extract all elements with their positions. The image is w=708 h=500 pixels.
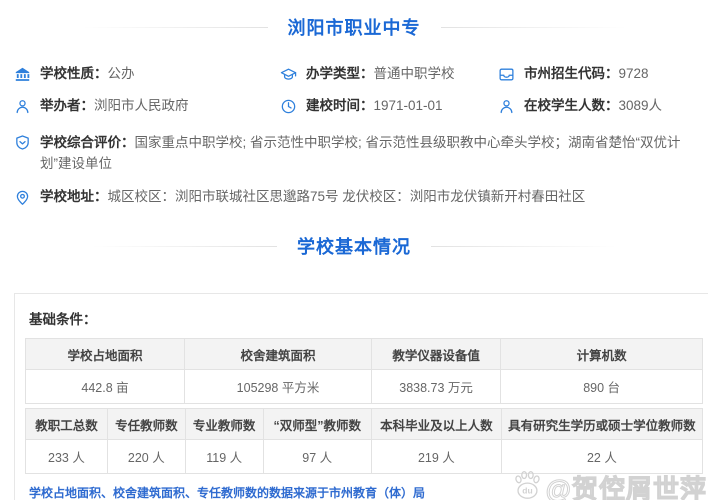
person-icon: [14, 98, 31, 115]
table-cell: 105298 平方米: [184, 369, 372, 404]
info-item-address: 学校地址：城区校区：浏阳市联城社区思邈路75号 龙伏校区：浏阳市龙伏镇新开村春田…: [14, 187, 706, 207]
location-pin-icon: [14, 189, 31, 206]
school-info: 学校性质：公办 办学类型：普通中职学校 市州招生代码：9728 举办者：浏阳市人…: [0, 64, 708, 207]
watermark: du @贺倥屑世萍: [510, 468, 707, 500]
info-label: 建校时间：: [306, 98, 374, 113]
column-header: 教职工总数: [25, 408, 108, 440]
info-label: 在校学生人数：: [524, 98, 619, 113]
watermark-text: @贺倥屑世萍: [545, 474, 707, 500]
shield-icon: [14, 134, 31, 151]
info-label: 举办者：: [40, 98, 94, 113]
info-label: 学校性质：: [40, 66, 108, 81]
info-value: 国家重点中职学校; 省示范性中职学校; 省示范性县级职教中心牵头学校；湖南省楚怡…: [40, 135, 681, 171]
column-header: 校舍建筑面积: [184, 338, 372, 370]
column-header: “双师型”教师数: [262, 408, 372, 440]
table-cell: 890 台: [500, 369, 703, 404]
info-item-students: 在校学生人数：3089人: [498, 96, 706, 116]
info-value: 城区校区：浏阳市联城社区思邈路75号 龙伏校区：浏阳市龙伏镇新开村春田社区: [107, 189, 586, 204]
info-item-founded: 建校时间：1971-01-01: [280, 96, 498, 116]
page-title-row: 浏阳市职业中专: [0, 14, 708, 40]
info-value: 3089人: [618, 98, 663, 113]
info-value: 普通中职学校: [373, 66, 455, 81]
table-cell: 233 人: [25, 439, 108, 474]
baidu-paw-icon: du: [510, 468, 544, 500]
school-info-grid: 学校性质：公办 办学类型：普通中职学校 市州招生代码：9728 举办者：浏阳市人…: [14, 64, 706, 116]
clock-icon: [280, 98, 297, 115]
title-right-rule: [440, 26, 626, 28]
column-header: 专任教师数: [106, 408, 186, 440]
table-cell: 97 人: [262, 439, 372, 474]
grad-cap-icon: [280, 66, 297, 83]
info-value: 公办: [107, 66, 135, 81]
column-header: 具有研究生学历或硕士学位教师数: [500, 408, 704, 440]
info-item-school-nature: 学校性质：公办: [14, 64, 280, 84]
table-cell: 219 人: [370, 439, 502, 474]
table-header-row: 教职工总数 专任教师数 专业教师数 “双师型”教师数 本科毕业及以上人数 具有研…: [25, 408, 704, 440]
section-title-row: 学校基本情况: [0, 233, 708, 259]
faculty-stats-table: 教职工总数 专任教师数 专业教师数 “双师型”教师数 本科毕业及以上人数 具有研…: [25, 408, 704, 474]
column-header: 计算机数: [500, 338, 703, 370]
table-cell: 119 人: [184, 439, 264, 474]
student-icon: [498, 98, 515, 115]
info-label: 学校地址：: [40, 189, 108, 204]
column-header: 教学仪器设备值: [370, 338, 502, 370]
table-cell: 3838.73 万元: [370, 369, 502, 404]
table-header-row: 学校占地面积 校舍建筑面积 教学仪器设备值 计算机数: [24, 338, 703, 370]
column-header: 专业教师数: [184, 408, 264, 440]
info-value: 浏阳市人民政府: [94, 98, 189, 113]
section-title: 学校基本情况: [297, 237, 411, 257]
table-cell: 442.8 亩: [24, 369, 186, 404]
info-label: 学校综合评价：: [40, 135, 135, 150]
info-value: 9728: [618, 66, 649, 81]
svg-text:du: du: [522, 486, 532, 496]
basic-conditions-heading: 基础条件：: [29, 312, 97, 327]
info-label: 市州招生代码：: [524, 66, 619, 81]
page-title: 浏阳市职业中专: [287, 18, 421, 38]
basic-conditions-panel: 基础条件： 学校占地面积 校舍建筑面积 教学仪器设备值 计算机数 442.8 亩…: [14, 293, 708, 500]
info-value: 1971-01-01: [373, 98, 443, 113]
campus-stats-table: 学校占地面积 校舍建筑面积 教学仪器设备值 计算机数 442.8 亩 10529…: [24, 338, 703, 404]
info-item-evaluation: 学校综合评价：国家重点中职学校; 省示范性中职学校; 省示范性县级职教中心牵头学…: [14, 132, 706, 174]
table-value-row: 442.8 亩 105298 平方米 3838.73 万元 890 台: [24, 369, 703, 404]
info-item-school-type: 办学类型：普通中职学校: [280, 64, 498, 84]
info-label: 办学类型：: [306, 66, 374, 81]
bank-icon: [14, 66, 31, 83]
title-left-rule: [82, 26, 268, 28]
section-right-rule: [431, 245, 616, 247]
column-header: 本科毕业及以上人数: [370, 408, 502, 440]
table-cell: 220 人: [106, 439, 186, 474]
inbox-icon: [498, 66, 515, 83]
info-item-admission-code: 市州招生代码：9728: [498, 64, 706, 84]
info-item-organizer: 举办者：浏阳市人民政府: [14, 96, 280, 116]
column-header: 学校占地面积: [24, 338, 186, 370]
section-left-rule: [92, 245, 277, 247]
